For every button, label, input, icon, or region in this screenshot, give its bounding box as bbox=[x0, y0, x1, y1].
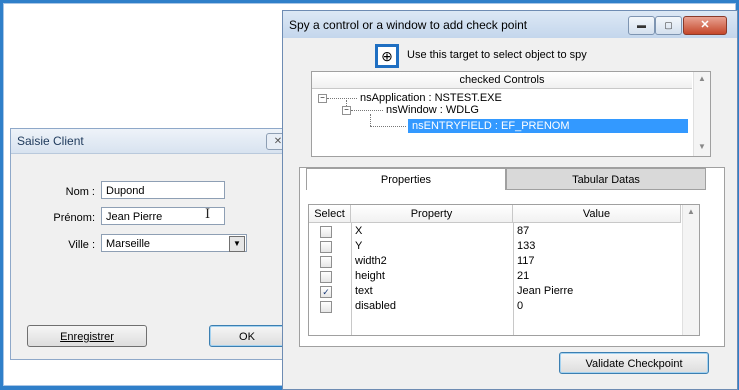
select-checkbox[interactable] bbox=[320, 241, 332, 253]
column-header-value[interactable]: Value bbox=[513, 205, 681, 223]
table-row: ✓ text Jean Pierre bbox=[309, 284, 681, 299]
client-dialog-title: Saisie Client bbox=[17, 134, 84, 148]
spy-window-titlebar[interactable]: Spy a control or a window to add check p… bbox=[283, 11, 737, 38]
property-value: 0 bbox=[517, 300, 524, 312]
chevron-down-icon[interactable]: ▼ bbox=[229, 236, 245, 252]
property-name: X bbox=[355, 225, 363, 237]
ok-button[interactable]: OK bbox=[209, 325, 285, 347]
table-row: Y 133 bbox=[309, 239, 681, 254]
select-checkbox[interactable] bbox=[320, 256, 332, 268]
table-row: height 21 bbox=[309, 269, 681, 284]
collapse-icon[interactable]: − bbox=[342, 106, 351, 115]
spy-window: Spy a control or a window to add check p… bbox=[282, 10, 738, 390]
column-header-property[interactable]: Property bbox=[351, 205, 513, 223]
column-header-select[interactable]: Select bbox=[309, 205, 351, 223]
table-row: X 87 bbox=[309, 224, 681, 239]
save-button[interactable]: Enregistrer bbox=[27, 325, 147, 347]
client-dialog-titlebar[interactable]: Saisie Client ✕ bbox=[11, 129, 291, 154]
tree-line bbox=[370, 126, 406, 127]
checked-controls-tree[interactable]: checked Controls ▲ ▼ − nsApplication : N… bbox=[311, 71, 711, 157]
select-checkbox[interactable] bbox=[320, 301, 332, 313]
tree-node-window[interactable]: nsWindow : WDLG bbox=[386, 103, 479, 117]
property-value: 87 bbox=[517, 225, 530, 237]
scroll-down-icon[interactable]: ▼ bbox=[698, 142, 706, 151]
select-checkbox[interactable] bbox=[320, 226, 332, 238]
property-value: 133 bbox=[517, 240, 536, 252]
select-checkbox-checked[interactable]: ✓ bbox=[320, 286, 332, 298]
ville-select[interactable]: Marseille ▼ bbox=[101, 234, 247, 252]
property-value: 21 bbox=[517, 270, 530, 282]
spy-window-title: Spy a control or a window to add check p… bbox=[289, 18, 528, 32]
tree-line bbox=[351, 110, 383, 111]
property-name: width2 bbox=[355, 255, 387, 267]
ok-button-label: OK bbox=[239, 331, 255, 343]
tab-panel: Properties Tabular Datas Select Property… bbox=[299, 167, 725, 347]
property-value: Jean Pierre bbox=[517, 285, 574, 297]
client-dialog: Saisie Client ✕ Nom : Dupond Prénom: Jea… bbox=[10, 128, 292, 360]
tab-tabular-datas[interactable]: Tabular Datas bbox=[506, 168, 706, 190]
scroll-up-icon[interactable]: ▲ bbox=[698, 74, 706, 83]
tree-scrollbar[interactable]: ▲ ▼ bbox=[693, 72, 710, 156]
property-name: disabled bbox=[355, 300, 396, 312]
desktop-canvas: Saisie Client ✕ Nom : Dupond Prénom: Jea… bbox=[3, 3, 738, 390]
property-name: Y bbox=[355, 240, 363, 252]
prenom-label: Prénom: bbox=[53, 212, 95, 224]
crosshair-icon[interactable]: ⊕ bbox=[375, 44, 399, 68]
property-name: height bbox=[355, 270, 385, 282]
validate-checkpoint-label: Validate Checkpoint bbox=[585, 358, 683, 370]
properties-grid: Select Property Value ▲ X 87 Y 133 width… bbox=[308, 204, 700, 336]
scroll-up-icon[interactable]: ▲ bbox=[687, 207, 695, 216]
target-instruction: Use this target to select object to spy bbox=[407, 49, 587, 61]
tab-properties[interactable]: Properties bbox=[306, 168, 506, 190]
text-cursor-icon: I bbox=[205, 207, 211, 222]
table-row: width2 117 bbox=[309, 254, 681, 269]
nom-field[interactable]: Dupond bbox=[101, 181, 225, 199]
property-name: text bbox=[355, 285, 373, 297]
property-value: 117 bbox=[517, 255, 535, 267]
select-checkbox[interactable] bbox=[320, 271, 332, 283]
collapse-icon[interactable]: − bbox=[318, 94, 327, 103]
save-button-label: Enregistrer bbox=[60, 331, 114, 343]
tree-node-entryfield[interactable]: nsENTRYFIELD : EF_PRENOM bbox=[408, 119, 688, 133]
table-row: disabled 0 bbox=[309, 299, 681, 314]
ville-value: Marseille bbox=[106, 238, 151, 250]
grid-scrollbar[interactable]: ▲ bbox=[682, 205, 699, 335]
tree-line bbox=[327, 98, 357, 99]
tree-header: checked Controls bbox=[312, 72, 692, 89]
ville-label: Ville : bbox=[68, 239, 95, 251]
maximize-icon[interactable]: ▢ bbox=[655, 16, 682, 35]
nom-label: Nom : bbox=[65, 186, 95, 198]
validate-checkpoint-button[interactable]: Validate Checkpoint bbox=[559, 352, 709, 374]
tree-line bbox=[370, 114, 371, 126]
close-icon[interactable]: ✕ bbox=[683, 16, 727, 35]
minimize-icon[interactable]: ▬ bbox=[628, 16, 655, 35]
